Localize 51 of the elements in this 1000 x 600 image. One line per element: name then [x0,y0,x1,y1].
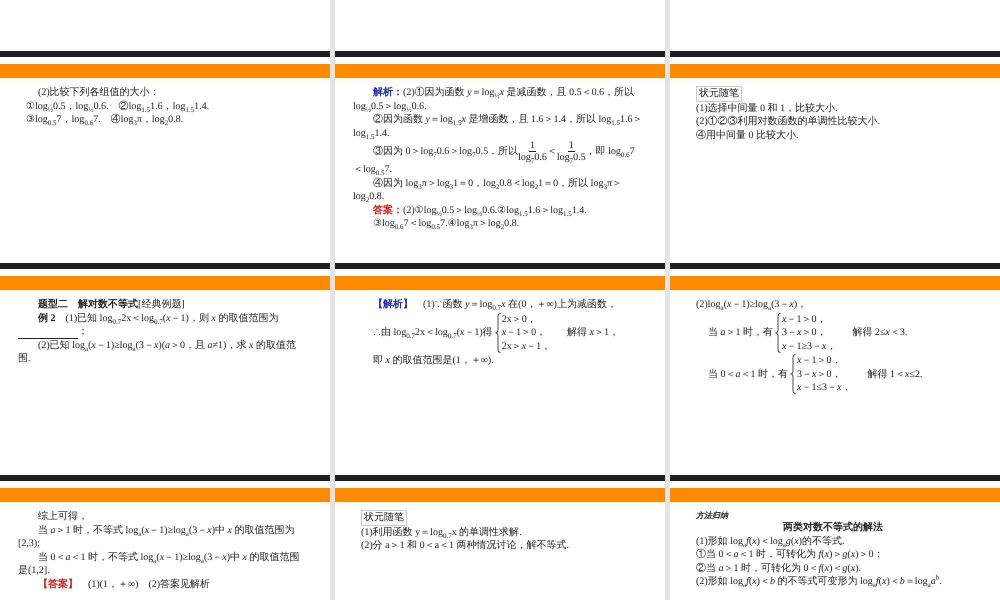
text-paragraph: (2)log$_{a}$(x－1)≥log$_{a}$(3－x)， [695,298,808,312]
text-paragraph: 答案：(2)①log$_{½}$0.5＞log$_{½}$0.6.②log$_{1.5}$1.6＞log$_{1.5}$1.4. [372,204,588,217]
text-paragraph: ③因为 0＞log$_{7}$0.6＞log$_{7}$0.5，所以 1 log$_{7}$0.6＜ 1 log$_{7}$0.5，即 log$_{0.6}$7＜log$_{0.5}$7. [353,140,636,176]
text-paragraph: 当 a＞1 时，不等式 log$_{a}$(x－1)≥log$_{a}$(3－x)中 x 的取值范围为[2,3); [18,524,296,550]
text-paragraph: 综上可得， [37,510,89,524]
brace-drawing [494,312,501,353]
solution-text: 解得 2≤x＜3. [852,326,908,340]
text-paragraph: 即 x 的取值范围是(1，＋∞). [372,354,495,368]
equation-line: x－1≥3－x， [782,340,836,353]
equation-line: 2x＞x－1， [502,340,552,353]
text-paragraph: ③log$_{0.5}$7，log$_{0.6}$7. ④log$_{3}$π，log$_{2}$0.8. [25,113,184,126]
equation-line: x－1＞0， [797,354,842,368]
text-paragraph: ③log$_{0.6}$7＜log$_{0.5}$7.④log$_{3}$π＞log$_{2}$0.8. [372,217,520,230]
equation-lead: 当 a＞1 时，有 [708,326,773,340]
equation-lead: 当 0＜a＜1 时，有 [708,368,788,381]
text-paragraph: ④用中间量 0 比较大小. [695,128,800,142]
text-paragraph: ②因为函数 y＝log$_{1.5}$x 是增函数，且 1.6＞1.4，所以 log$_{1.5}$1.6＞log$_{1.5}$1.4. [353,113,643,140]
brace-drawing [790,354,796,394]
text-paragraph: 【答案】 (1)(1，＋∞) (2)答案见解析 [37,578,212,591]
solution-text: 解得 1＜x≤2. [867,368,922,381]
text-paragraph: ②当 a＞1 时，可转化为 0＜f(x)＜g(x). [695,562,862,575]
text-paragraph: ①log$_{½}$0.5，log$_{½}$0.6. ②log$_{1.5}$1.6，log$_{1.5}$1.4. [25,100,210,113]
text-paragraph: 例 2 (1)已知 log$_{0.7}$2x＜log$_{0.7}$(x－1)，则 x 的取值范围为 [36,312,280,325]
brace-drawing [775,312,781,353]
text-paragraph: (2)已知 log$_{a}$(x－1)≥log$_{a}$(3－x)(a＞0，且 a≠1)，求 x 的取值范围. [18,338,297,366]
equation-line: 3－x＞0， [782,326,828,340]
notes-label: 状元随笔 [361,510,407,526]
text-paragraph: ④因为 log$_{3}$π＞log$_{3}$1＝0，log$_{2}$0.8＜log$_{2}$1＝0，所以 log$_{3}$π＞log$_{2}$0.8. [353,176,624,204]
text-paragraph: (2)比较下列各组值的大小： [37,86,161,100]
section-title: 两类对数不等式的解法 [782,521,884,534]
equation-line: 3－x＞0， [797,368,842,381]
equation-line: x－1＞0， [782,312,828,326]
punctuation-text: ； [78,325,88,338]
text-paragraph: (2)形如 log$_{a}$f(x)＜b 的不等式可变形为 log$_{a}$f(x)＜b＝log$_{a}$a$^{b}$. [695,575,943,588]
text-paragraph: ①当 0＜a＜1 时，可转化为 f(x)＞g(x)＞0； [695,548,885,562]
equation-line: 2x＞0， [502,312,538,326]
text-paragraph: 当 0＜a＜1 时，不等式 log$_{a}$(x－1)≥log$_{a}$(3－x)中 x 的取值范围是(1,2]. [18,550,300,578]
caption-text: 方法归纳 [694,510,730,521]
text-paragraph: (2)①②③利用对数函数的单调性比较大小. [695,115,882,128]
text-paragraph: 解析：(2)①因为函数 y＝log$_{½}$x 是减函数，且 0.5＜0.6，所以 log$_{½}$0.5＞log$_{½}$0.6. [353,86,636,113]
text-paragraph: 题型二 解对数不等式[经典例题] [37,298,186,312]
text-paragraph: (1)形如 log$_{a}$f(x)＜log$_{a}$g(x)的不等式. [695,534,846,548]
solution-text: 解得 x＞1， [567,326,620,340]
equation-lead: ∴由 log$_{0.7}$2x＜log$_{0.7}$(x－1)得 [373,326,493,340]
equation-line: x－1＞0， [502,326,548,340]
notes-label: 状元随笔 [696,86,742,102]
text-paragraph: (1)利用函数 y＝log$_{0.7}$x 的单调性求解. [360,526,523,539]
text-paragraph: (2)分 a＞1 和 0＜a＜1 两种情况讨论，解不等式. [360,539,570,552]
equation-line: x－1≤3－x， [797,381,852,394]
text-paragraph: (1)选择中间量 0 和 1，比较大小. [695,102,839,115]
text-paragraph: 【解析】 (1)∵函数 y＝log$_{0.7}$x 在(0，＋∞)上为减函数， [372,298,618,312]
